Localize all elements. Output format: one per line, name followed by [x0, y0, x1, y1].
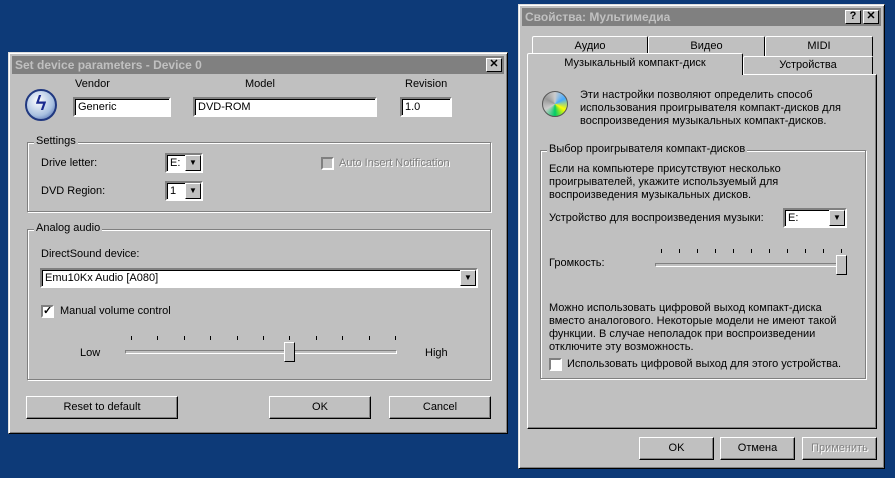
dvd-region-value: 1: [170, 185, 177, 197]
ok-button[interactable]: OK: [639, 437, 714, 460]
lightning-logo-icon: ϟ: [25, 89, 57, 121]
tick-mark: [805, 249, 806, 253]
tab-midi[interactable]: MIDI: [765, 36, 873, 56]
settings-group-label: Settings: [34, 135, 78, 147]
digital-output-label: Использовать цифровой выход для этого ус…: [567, 358, 842, 370]
chevron-down-icon[interactable]: ▼: [185, 155, 201, 171]
ok-button[interactable]: OK: [269, 396, 371, 419]
device-value: E:: [788, 212, 799, 224]
tick-mark: [315, 336, 317, 340]
model-label: Model: [245, 78, 275, 90]
auto-insert-checkbox[interactable]: [321, 157, 334, 170]
tab-devices[interactable]: Устройства: [743, 56, 873, 74]
volume-ticks: [131, 336, 396, 340]
directsound-select[interactable]: Emu10Kx Audio [A080] ▼: [40, 268, 478, 288]
help-button[interactable]: ?: [845, 10, 861, 24]
analog-audio-group-label: Analog audio: [34, 222, 103, 234]
tick-mark: [823, 249, 824, 253]
tick-mark: [236, 336, 238, 340]
drive-letter-select[interactable]: E: ▼: [165, 153, 203, 173]
vendor-input[interactable]: Generic: [73, 97, 171, 117]
tick-mark: [263, 336, 264, 340]
volume-slider-thumb[interactable]: [836, 255, 847, 275]
tick-mark: [210, 336, 212, 340]
tick-mark: [715, 249, 716, 253]
tick-mark: [183, 336, 185, 340]
tick-mark: [395, 336, 396, 340]
volume-ticks: [661, 249, 842, 253]
revision-input[interactable]: 1.0: [400, 97, 452, 117]
title-bar: Свойства: Мультимедиа ? ✕: [522, 8, 881, 26]
tick-mark: [751, 249, 752, 253]
tick-mark: [661, 249, 662, 253]
model-input[interactable]: DVD-ROM: [193, 97, 377, 117]
tab-panel: Эти настройки позволяют определить спосо…: [527, 74, 877, 429]
volume-label: Громкость:: [549, 257, 605, 269]
tick-mark: [289, 336, 291, 340]
close-button[interactable]: ✕: [486, 58, 502, 72]
apply-button[interactable]: Применить: [802, 437, 877, 460]
tab-cd-music[interactable]: Музыкальный компакт-диск: [527, 53, 743, 75]
cd-player-group-label: Выбор проигрывателя компакт-дисков: [547, 143, 748, 155]
cancel-button[interactable]: Отмена: [720, 437, 795, 460]
manual-volume-checkbox[interactable]: ✓: [41, 305, 54, 318]
title-bar: Set device parameters - Device 0 ✕: [12, 56, 504, 74]
analog-audio-group: Analog audio DirectSound device: Emu10Kx…: [27, 222, 491, 380]
auto-insert-label: Auto Insert Notification: [339, 157, 450, 169]
close-button[interactable]: ✕: [863, 10, 879, 24]
cd-music-icon: [542, 91, 568, 117]
cd-player-group: Выбор проигрывателя компакт-дисков Если …: [540, 143, 866, 379]
tick-mark: [131, 336, 132, 340]
volume-slider-track[interactable]: [125, 350, 397, 354]
tick-mark: [368, 336, 370, 340]
directsound-label: DirectSound device:: [41, 248, 140, 260]
drive-letter-value: E:: [170, 157, 181, 169]
chevron-down-icon[interactable]: ▼: [460, 270, 476, 286]
digital-output-checkbox[interactable]: [549, 358, 562, 371]
settings-group: Settings Drive letter: E: ▼ DVD Region: 1…: [27, 135, 491, 212]
manual-volume-label: Manual volume control: [60, 305, 171, 317]
multimedia-properties-dialog: Свойства: Мультимедиа ? ✕ Аудио Видео MI…: [518, 4, 885, 469]
dialog-title: Set device parameters - Device 0: [15, 58, 202, 72]
device-label: Устройство для воспроизведения музыки:: [549, 212, 764, 224]
tick-mark: [697, 249, 698, 253]
tick-mark: [769, 249, 770, 253]
dvd-region-label: DVD Region:: [41, 185, 106, 197]
vendor-label: Vendor: [75, 78, 110, 90]
device-select[interactable]: E: ▼: [783, 208, 847, 228]
tick-mark: [679, 249, 680, 253]
revision-label: Revision: [405, 78, 448, 90]
volume-slider-track[interactable]: [655, 263, 845, 267]
drive-letter-label: Drive letter:: [41, 157, 98, 169]
tick-mark: [157, 336, 159, 340]
intro-text: Эти настройки позволяют определить спосо…: [580, 89, 841, 127]
tick-mark: [342, 336, 344, 340]
volume-slider-thumb[interactable]: [284, 342, 296, 362]
tick-mark: [733, 249, 734, 253]
dialog-title: Свойства: Мультимедиа: [525, 10, 671, 24]
chevron-down-icon[interactable]: ▼: [185, 183, 201, 199]
group-text: Если на компьютере присутствуют нескольк…: [549, 163, 781, 201]
directsound-value: Emu10Kx Audio [A080]: [45, 272, 159, 284]
tick-mark: [841, 249, 842, 253]
digital-output-text: Можно использовать цифровой выход компак…: [549, 302, 837, 353]
dvd-region-select[interactable]: 1 ▼: [165, 181, 203, 201]
high-label: High: [425, 347, 448, 359]
low-label: Low: [80, 347, 101, 359]
cancel-button[interactable]: Cancel: [389, 396, 491, 419]
chevron-down-icon[interactable]: ▼: [829, 210, 845, 226]
tick-mark: [787, 249, 788, 253]
reset-to-default-button[interactable]: Reset to default: [26, 396, 178, 419]
set-device-parameters-dialog: Set device parameters - Device 0 ✕ ϟ Ven…: [8, 52, 508, 434]
